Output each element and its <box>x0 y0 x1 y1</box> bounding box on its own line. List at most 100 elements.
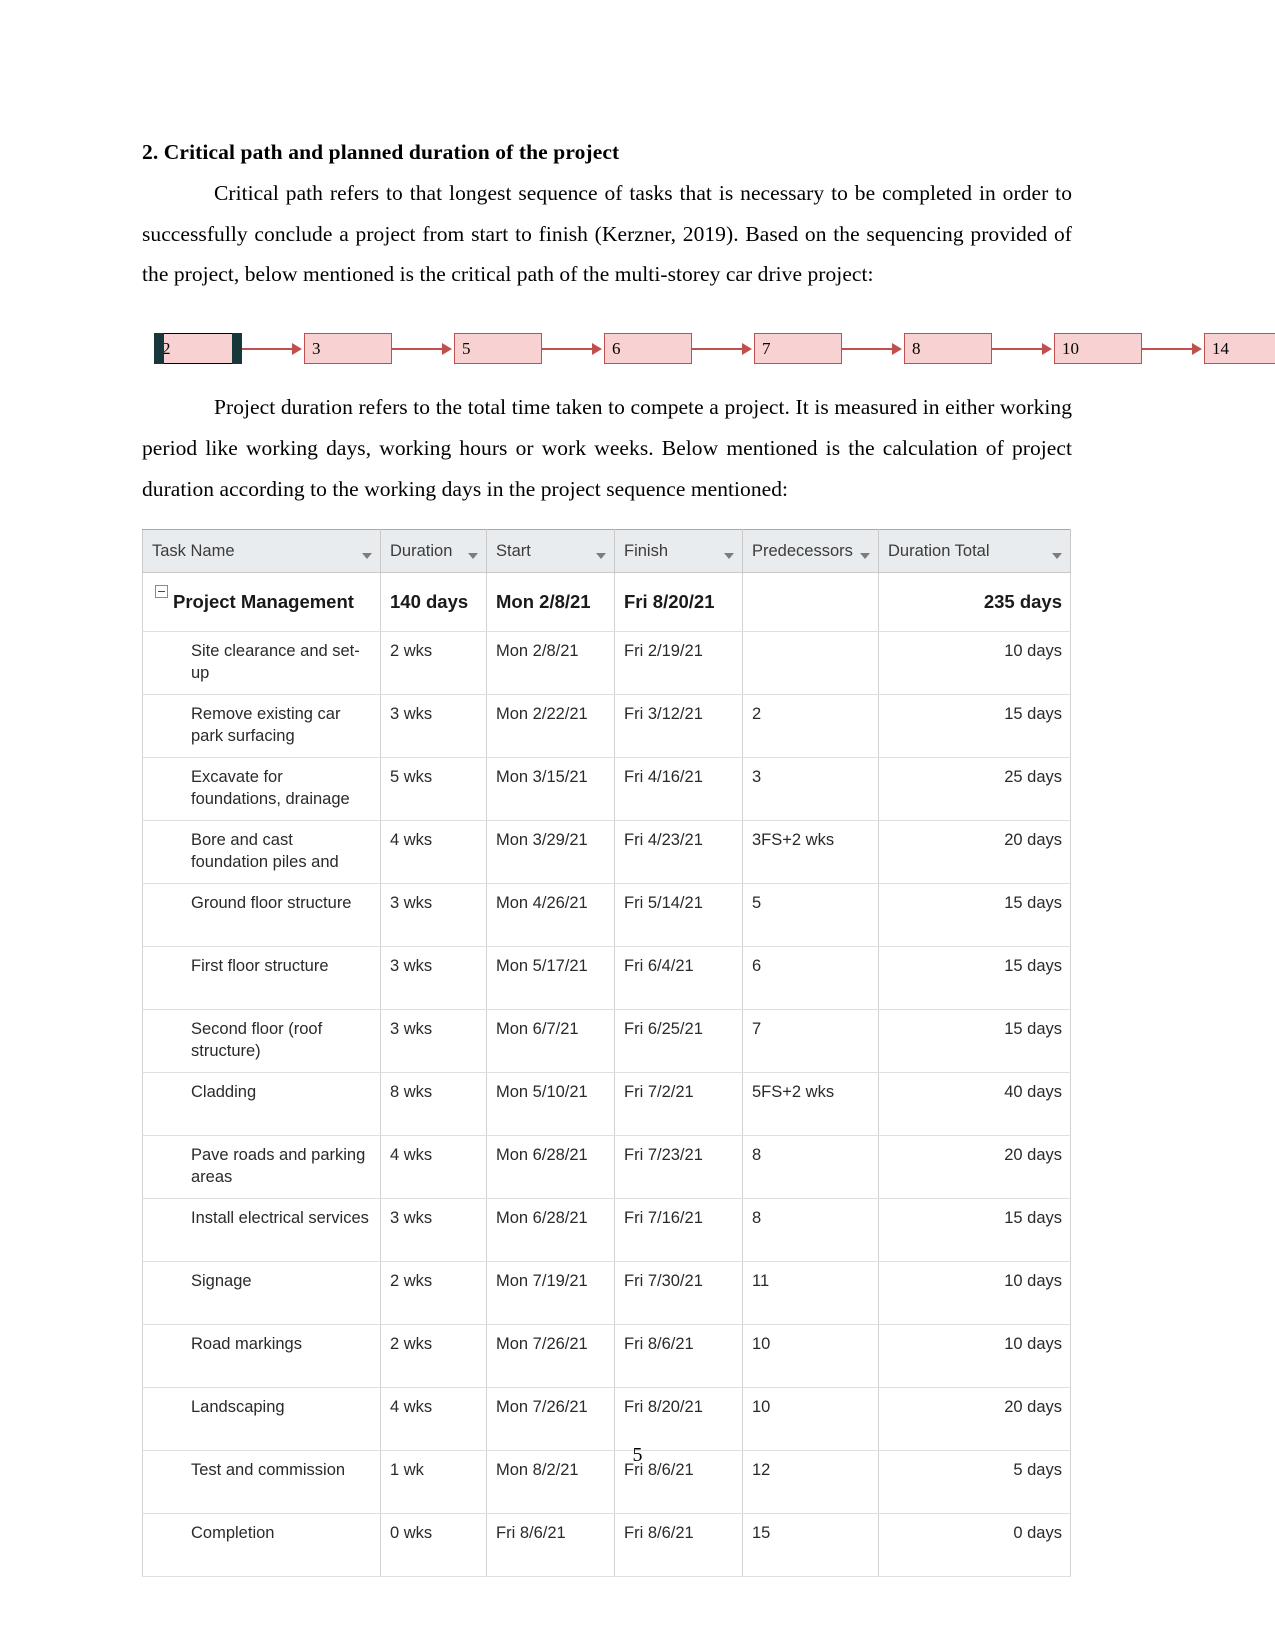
column-header-predecessors[interactable]: Predecessors <box>742 529 879 574</box>
cell-task[interactable]: Landscaping <box>142 1387 381 1452</box>
cell-duration[interactable]: 5 wks <box>380 757 487 822</box>
table-row[interactable]: Pave roads and parking areas 4 wks Mon 6/2… <box>142 1135 1071 1200</box>
table-row[interactable]: Landscaping 4 wks Mon 7/26/21 Fri 8/20/21 10… <box>142 1387 1071 1452</box>
cell-finish[interactable]: Fri 8/20/21 <box>614 1387 743 1452</box>
cell-task[interactable]: Ground floor structure <box>142 883 381 948</box>
cell-task[interactable]: Cladding <box>142 1072 381 1137</box>
cell-predecessors[interactable]: 5FS+2 wks <box>742 1072 879 1137</box>
cell-duration[interactable]: 2 wks <box>380 1261 487 1326</box>
cell-task[interactable]: Completion <box>142 1513 381 1578</box>
cell-predecessors[interactable]: 5 <box>742 883 879 948</box>
cell-start[interactable]: Mon 7/26/21 <box>486 1387 615 1452</box>
cell-finish[interactable]: Fri 2/19/21 <box>614 631 743 696</box>
cell-duration-total[interactable]: 15 days <box>878 946 1071 1011</box>
cell-predecessors[interactable]: 10 <box>742 1387 879 1452</box>
cell-task[interactable]: Signage <box>142 1261 381 1326</box>
cell-start[interactable]: Mon 5/10/21 <box>486 1072 615 1137</box>
cell-task[interactable]: Bore and cast foundation piles and pads <box>142 820 381 885</box>
outline-collapse-icon[interactable] <box>155 585 168 599</box>
cell-finish[interactable]: Fri 8/6/21 <box>614 1513 743 1578</box>
cell-task[interactable]: Second floor (roof structure) <box>142 1009 381 1074</box>
table-row[interactable]: Cladding 8 wks Mon 5/10/21 Fri 7/2/21 5FS+2 … <box>142 1072 1071 1137</box>
cell-start[interactable]: Mon 2/22/21 <box>486 694 615 759</box>
filter-dropdown-icon[interactable] <box>596 552 606 559</box>
cell-start[interactable]: Mon 3/15/21 <box>486 757 615 822</box>
filter-dropdown-icon[interactable] <box>362 552 372 559</box>
cell-duration-total[interactable]: 40 days <box>878 1072 1071 1137</box>
table-row[interactable]: Road markings 2 wks Mon 7/26/21 Fri 8/6/21 1… <box>142 1324 1071 1389</box>
cell-duration[interactable]: 3 wks <box>380 883 487 948</box>
cell-duration-total[interactable]: 20 days <box>878 1135 1071 1200</box>
cell-task[interactable]: Project Management <box>142 572 381 633</box>
cell-duration-total[interactable]: 10 days <box>878 1324 1071 1389</box>
cell-duration[interactable]: 4 wks <box>380 1387 487 1452</box>
cell-predecessors[interactable]: 3 <box>742 757 879 822</box>
cell-duration[interactable]: 140 days <box>380 572 487 633</box>
cell-duration-total[interactable]: 10 days <box>878 631 1071 696</box>
critical-path-node[interactable]: 2 <box>153 332 243 365</box>
table-row[interactable]: Excavate for foundations, drainage etc 5 … <box>142 757 1071 822</box>
cell-finish[interactable]: Fri 7/30/21 <box>614 1261 743 1326</box>
cell-task[interactable]: Excavate for foundations, drainage etc <box>142 757 381 822</box>
cell-predecessors[interactable] <box>742 572 879 633</box>
cell-task[interactable]: Site clearance and set-up <box>142 631 381 696</box>
cell-predecessors[interactable]: 10 <box>742 1324 879 1389</box>
column-header-finish[interactable]: Finish <box>614 529 743 574</box>
cell-predecessors[interactable]: 2 <box>742 694 879 759</box>
cell-duration[interactable]: 8 wks <box>380 1072 487 1137</box>
cell-finish[interactable]: Fri 5/14/21 <box>614 883 743 948</box>
cell-finish[interactable]: Fri 8/6/21 <box>614 1324 743 1389</box>
cell-start[interactable]: Mon 7/19/21 <box>486 1261 615 1326</box>
cell-predecessors[interactable]: 8 <box>742 1135 879 1200</box>
cell-duration-total[interactable]: 10 days <box>878 1261 1071 1326</box>
cell-start[interactable]: Mon 2/8/21 <box>486 572 615 633</box>
cell-duration[interactable]: 3 wks <box>380 1009 487 1074</box>
cell-finish[interactable]: Fri 8/20/21 <box>614 572 743 633</box>
cell-finish[interactable]: Fri 7/2/21 <box>614 1072 743 1137</box>
cell-start[interactable]: Mon 5/17/21 <box>486 946 615 1011</box>
cell-predecessors[interactable]: 11 <box>742 1261 879 1326</box>
cell-task[interactable]: First floor structure <box>142 946 381 1011</box>
cell-duration-total[interactable]: 25 days <box>878 757 1071 822</box>
cell-duration-total[interactable]: 15 days <box>878 1198 1071 1263</box>
cell-predecessors[interactable]: 7 <box>742 1009 879 1074</box>
cell-duration-total[interactable]: 15 days <box>878 1009 1071 1074</box>
cell-finish[interactable]: Fri 6/4/21 <box>614 946 743 1011</box>
table-row[interactable]: Signage 2 wks Mon 7/19/21 Fri 7/30/21 11 10 d… <box>142 1261 1071 1326</box>
cell-task[interactable]: Pave roads and parking areas <box>142 1135 381 1200</box>
cell-start[interactable]: Mon 6/28/21 <box>486 1135 615 1200</box>
cell-finish[interactable]: Fri 6/25/21 <box>614 1009 743 1074</box>
cell-start[interactable]: Mon 6/28/21 <box>486 1198 615 1263</box>
cell-duration[interactable]: 2 wks <box>380 631 487 696</box>
table-row[interactable]: Ground floor structure 3 wks Mon 4/26/21 Fr… <box>142 883 1071 948</box>
cell-task[interactable]: Remove existing car park surfacing <box>142 694 381 759</box>
critical-path-node[interactable]: 5 <box>454 333 542 365</box>
table-row[interactable]: Install electrical services 3 wks Mon 6/28… <box>142 1198 1071 1263</box>
column-header-duration[interactable]: Duration <box>380 529 487 574</box>
cell-predecessors[interactable]: 6 <box>742 946 879 1011</box>
cell-duration[interactable]: 4 wks <box>380 820 487 885</box>
critical-path-node[interactable]: 10 <box>1054 333 1142 365</box>
column-header-task-name[interactable]: Task Name <box>142 529 381 574</box>
table-row[interactable]: Site clearance and set-up 2 wks Mon 2/8/21… <box>142 631 1071 696</box>
cell-task[interactable]: Install electrical services <box>142 1198 381 1263</box>
table-row[interactable]: Completion 0 wks Fri 8/6/21 Fri 8/6/21 15 0 d… <box>142 1513 1071 1578</box>
table-row[interactable]: First floor structure 3 wks Mon 5/17/21 Fri… <box>142 946 1071 1011</box>
table-row[interactable]: Project Management 140 days Mon 2/8/21 Fri … <box>142 572 1071 633</box>
filter-dropdown-icon[interactable] <box>468 552 478 559</box>
column-header-start[interactable]: Start <box>486 529 615 574</box>
cell-duration[interactable]: 2 wks <box>380 1324 487 1389</box>
filter-dropdown-icon[interactable] <box>724 552 734 559</box>
critical-path-node[interactable]: 8 <box>904 333 992 365</box>
critical-path-node[interactable]: 7 <box>754 333 842 365</box>
cell-duration-total[interactable]: 15 days <box>878 694 1071 759</box>
cell-start[interactable]: Fri 8/6/21 <box>486 1513 615 1578</box>
cell-finish[interactable]: Fri 4/16/21 <box>614 757 743 822</box>
cell-finish[interactable]: Fri 4/23/21 <box>614 820 743 885</box>
cell-duration-total[interactable]: 20 days <box>878 1387 1071 1452</box>
cell-predecessors[interactable]: 8 <box>742 1198 879 1263</box>
cell-task[interactable]: Road markings <box>142 1324 381 1389</box>
cell-predecessors[interactable]: 3FS+2 wks <box>742 820 879 885</box>
cell-predecessors[interactable] <box>742 631 879 696</box>
critical-path-node[interactable]: 14 <box>1204 333 1275 365</box>
